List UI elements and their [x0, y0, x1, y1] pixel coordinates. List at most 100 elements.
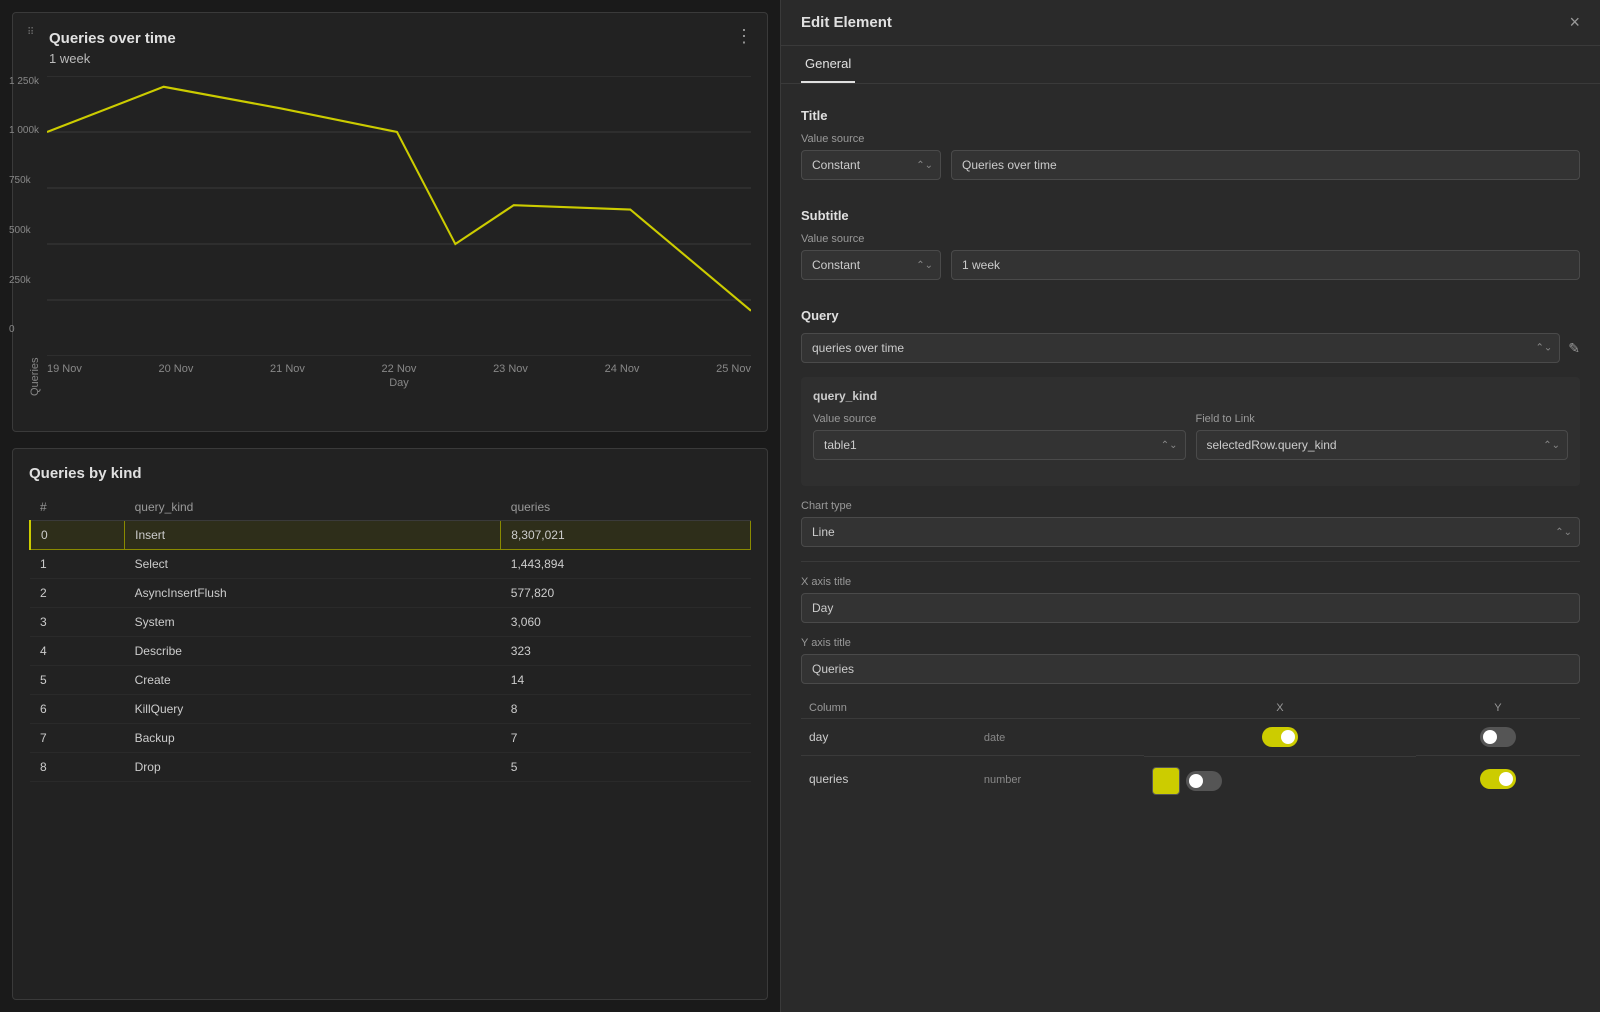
cell-query-kind: Select — [125, 550, 501, 579]
chart-menu-button[interactable]: ⋮ — [735, 27, 753, 45]
queries-color-swatch[interactable] — [1152, 767, 1180, 795]
qk-field-to-link-label: Field to Link — [1196, 413, 1569, 425]
drag-handle[interactable]: ⠿ — [27, 27, 34, 38]
cell-query-kind: Drop — [125, 753, 501, 782]
qk-field-to-link-select-wrapper: selectedRow.query_kind — [1196, 430, 1569, 460]
y-tick: 1 250k — [9, 76, 39, 87]
table-row[interactable]: 3 System 3,060 — [30, 608, 751, 637]
cell-queries: 577,820 — [501, 579, 751, 608]
x-axis-title-group: X axis title — [801, 576, 1580, 623]
close-button[interactable]: × — [1569, 12, 1580, 33]
cell-id: 4 — [30, 637, 125, 666]
right-panel-title: Edit Element — [801, 14, 892, 31]
toggle-queries-x[interactable] — [1186, 771, 1222, 791]
qk-value-source-select[interactable]: table1 — [813, 430, 1186, 460]
query-kind-subsection-title: query_kind — [813, 389, 1568, 403]
cell-id: 1 — [30, 550, 125, 579]
query-edit-button[interactable]: ✎ — [1568, 340, 1580, 357]
chart-type-select[interactable]: Line — [801, 517, 1580, 547]
cell-queries: 5 — [501, 753, 751, 782]
chart-type-label: Chart type — [801, 500, 1580, 512]
x-axis-title: Day — [47, 377, 751, 389]
title-value-source-label: Value source — [801, 133, 941, 145]
cell-id: 7 — [30, 724, 125, 753]
y-tick: 1 000k — [9, 125, 39, 136]
title-value-group — [951, 133, 1580, 180]
y-tick: 250k — [9, 275, 39, 286]
x-axis: 19 Nov 20 Nov 21 Nov 22 Nov 23 Nov 24 No… — [47, 359, 751, 375]
right-panel: Edit Element × General Title Value sourc… — [780, 0, 1600, 1012]
x-tick: 20 Nov — [159, 363, 194, 375]
col-table-type-header — [976, 698, 1144, 719]
toggle-day-x[interactable] — [1262, 727, 1298, 747]
y-tick: 0 — [9, 324, 39, 335]
data-table: # query_kind queries 0 Insert 8,307,021 … — [29, 494, 751, 782]
title-value-source-select-wrapper: Constant — [801, 150, 941, 180]
col-type-queries: number — [976, 756, 1144, 803]
table-row[interactable]: 1 Select 1,443,894 — [30, 550, 751, 579]
cell-id: 8 — [30, 753, 125, 782]
table-row[interactable]: 0 Insert 8,307,021 — [30, 521, 751, 550]
qk-value-source-group: Value source table1 — [813, 413, 1186, 460]
title-value-spacer — [951, 133, 1580, 145]
table-row[interactable]: 7 Backup 7 — [30, 724, 751, 753]
right-panel-header: Edit Element × — [781, 0, 1600, 46]
title-value-input[interactable] — [951, 150, 1580, 180]
cell-id: 5 — [30, 666, 125, 695]
section-title-title: Title — [801, 108, 1580, 123]
cell-query-kind: Describe — [125, 637, 501, 666]
table-row[interactable]: 4 Describe 323 — [30, 637, 751, 666]
table-row[interactable]: 2 AsyncInsertFlush 577,820 — [30, 579, 751, 608]
title-value-source-select[interactable]: Constant — [801, 150, 941, 180]
cell-id: 6 — [30, 695, 125, 724]
x-tick: 21 Nov — [270, 363, 305, 375]
col-table-col-header: Column — [801, 698, 976, 719]
toggle-queries-y[interactable] — [1480, 769, 1516, 789]
divider-1 — [801, 561, 1580, 562]
col-x-queries-cell — [1144, 756, 1416, 803]
subtitle-value-source-select[interactable]: Constant — [801, 250, 941, 280]
columns-table: Column X Y day date — [801, 698, 1580, 803]
col-name-queries: queries — [801, 756, 976, 803]
toggle-day-y[interactable] — [1480, 727, 1516, 747]
cell-queries: 14 — [501, 666, 751, 695]
cell-queries: 3,060 — [501, 608, 751, 637]
section-title-query: Query — [801, 308, 1580, 323]
cell-queries: 8 — [501, 695, 751, 724]
chart-title: Queries over time — [49, 29, 751, 49]
cell-query-kind: System — [125, 608, 501, 637]
cell-id: 2 — [30, 579, 125, 608]
col-y-toggle-queries[interactable] — [1416, 756, 1580, 803]
y-axis-title-input[interactable] — [801, 654, 1580, 684]
table-row[interactable]: 6 KillQuery 8 — [30, 695, 751, 724]
table-row[interactable]: 5 Create 14 — [30, 666, 751, 695]
chart-area: Queries 1 250k 1 000k 750k 500k 250k 0 — [29, 76, 751, 396]
query-select[interactable]: queries over time — [801, 333, 1560, 363]
cell-queries: 8,307,021 — [501, 521, 751, 550]
x-tick: 22 Nov — [382, 363, 417, 375]
x-tick: 23 Nov — [493, 363, 528, 375]
tab-general[interactable]: General — [801, 46, 855, 83]
query-kind-two-col: Value source table1 Field to Link select… — [813, 413, 1568, 474]
col-y-toggle-day[interactable] — [1416, 719, 1580, 756]
x-tick: 19 Nov — [47, 363, 82, 375]
query-kind-subsection: query_kind Value source table1 Field to … — [801, 377, 1580, 486]
subtitle-value-input[interactable] — [951, 250, 1580, 280]
chart-inner: 1 250k 1 000k 750k 500k 250k 0 — [47, 76, 751, 396]
subtitle-value-group — [951, 233, 1580, 280]
query-row: queries over time ✎ — [801, 333, 1580, 363]
chart-svg — [47, 76, 751, 356]
cell-query-kind: Create — [125, 666, 501, 695]
table-title: Queries by kind — [29, 465, 751, 482]
x-axis-title-label: X axis title — [801, 576, 1580, 588]
y-tick: 750k — [9, 175, 39, 186]
col-name-day: day — [801, 719, 976, 756]
x-tick: 24 Nov — [605, 363, 640, 375]
x-axis-title-input[interactable] — [801, 593, 1580, 623]
col-x-toggle-day[interactable] — [1144, 719, 1416, 756]
qk-field-to-link-select[interactable]: selectedRow.query_kind — [1196, 430, 1569, 460]
left-panel: ⠿ Queries over time 1 week ⋮ Queries 1 2… — [0, 0, 780, 1012]
y-tick: 500k — [9, 225, 39, 236]
subtitle-field-row: Value source Constant — [801, 233, 1580, 294]
table-row[interactable]: 8 Drop 5 — [30, 753, 751, 782]
